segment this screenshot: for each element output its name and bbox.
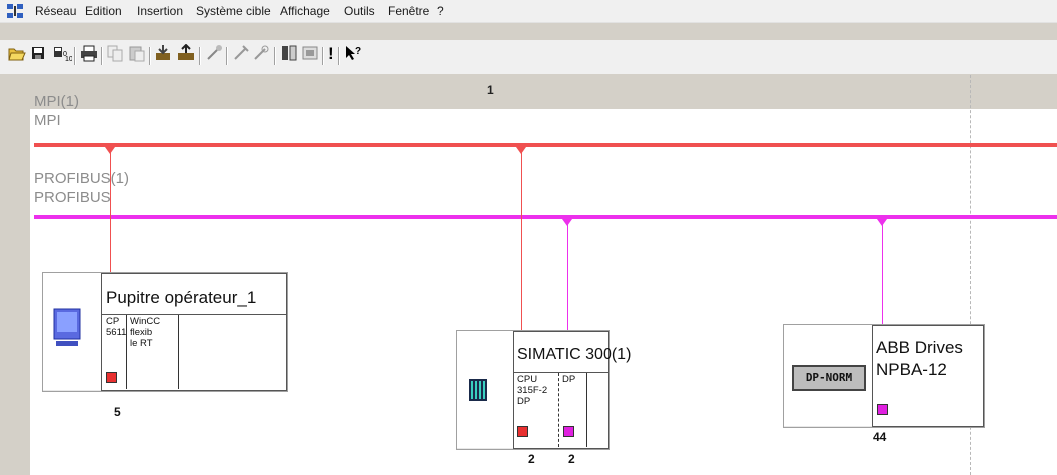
station-pupitre-module-frame: Pupitre opérateur_1 CP 5611 WinCC flexib…	[101, 273, 287, 391]
compile-icon[interactable]	[232, 44, 250, 62]
station-simatic-module-frame: SIMATIC 300(1) CPU 315F-2 DP DP	[513, 331, 631, 449]
download-icon[interactable]: 010	[52, 44, 72, 62]
properties-icon[interactable]	[280, 44, 298, 62]
station-pupitre-address: 5	[114, 405, 121, 419]
station-abb-module-frame: ABB Drives NPBA-12	[872, 325, 984, 427]
save-icon[interactable]	[30, 44, 46, 62]
mpi-network-type: MPI	[34, 112, 61, 129]
copy-icon[interactable]	[106, 44, 124, 62]
exclamation-icon[interactable]: !	[328, 44, 334, 64]
hmi-panel-icon	[53, 308, 81, 346]
canvas-left-margin	[0, 75, 30, 475]
profibus-network-type: PROFIBUS	[34, 189, 111, 206]
menu-reseau[interactable]: Réseau	[31, 0, 80, 22]
plc-rack-icon	[469, 379, 487, 401]
menu-outils[interactable]: Outils	[340, 0, 379, 22]
simatic-dp-address: 2	[568, 452, 575, 466]
mpi-port-square[interactable]	[106, 372, 117, 383]
station-icon[interactable]	[301, 44, 319, 62]
mpi-port-square[interactable]	[517, 426, 528, 437]
menu-insertion[interactable]: Insertion	[133, 0, 187, 22]
profibus-drop-line-2[interactable]	[882, 219, 883, 327]
profibus-port-square[interactable]	[563, 426, 574, 437]
column-number: 1	[487, 83, 494, 97]
check-icon[interactable]	[252, 44, 270, 62]
help-pointer-icon[interactable]: ?	[344, 44, 362, 62]
paste-icon[interactable]	[128, 44, 146, 62]
column-header	[30, 75, 1057, 109]
profibus-network-name: PROFIBUS(1)	[34, 170, 130, 187]
slot-empty	[178, 315, 179, 389]
profibus-bus[interactable]	[34, 215, 1057, 219]
slot-wincc: WinCC flexib le RT	[126, 315, 179, 389]
simatic-mpi-address: 2	[528, 452, 535, 466]
menu-help[interactable]: ?	[433, 0, 448, 22]
station-simatic-300[interactable]: SIMATIC 300(1) CPU 315F-2 DP DP	[456, 330, 631, 450]
station-abb-title: ABB Drives	[876, 338, 963, 357]
slot-empty	[586, 373, 587, 447]
menu-bar: Réseau Edition Insertion Système cible A…	[0, 0, 1057, 23]
abb-dp-address: 44	[873, 430, 887, 444]
station-pupitre[interactable]: Pupitre opérateur_1 CP 5611 WinCC flexib…	[42, 272, 288, 392]
station-abb-drives[interactable]: DP-NORM ABB Drives NPBA-12	[783, 324, 985, 428]
network-app-icon[interactable]	[7, 4, 23, 18]
load-icon[interactable]	[154, 44, 172, 62]
menu-fenetre[interactable]: Fenêtre	[384, 0, 433, 22]
svg-text:?: ?	[355, 46, 361, 57]
station-pupitre-title: Pupitre opérateur_1	[106, 288, 257, 307]
open-icon[interactable]	[8, 44, 26, 62]
station-simatic-title: SIMATIC 300(1)	[517, 346, 632, 363]
print-icon[interactable]	[80, 44, 98, 62]
menu-edition[interactable]: Edition	[81, 0, 126, 22]
mpi-drop-line-2[interactable]	[521, 147, 522, 333]
dp-norm-device-icon: DP-NORM	[792, 365, 866, 391]
svg-text:10: 10	[65, 56, 72, 62]
mpi-bus[interactable]	[34, 143, 1057, 147]
profibus-port-square[interactable]	[877, 404, 888, 415]
menu-systeme-cible[interactable]: Système cible	[192, 0, 275, 22]
mpi-drop-line-1[interactable]	[110, 147, 111, 275]
wizard-icon[interactable]	[205, 44, 223, 62]
profibus-drop-line-1[interactable]	[567, 219, 568, 333]
upload-icon[interactable]	[176, 44, 196, 62]
station-abb-subtitle: NPBA-12	[876, 360, 947, 379]
menu-affichage[interactable]: Affichage	[276, 0, 334, 22]
mpi-network-name: MPI(1)	[34, 93, 79, 110]
